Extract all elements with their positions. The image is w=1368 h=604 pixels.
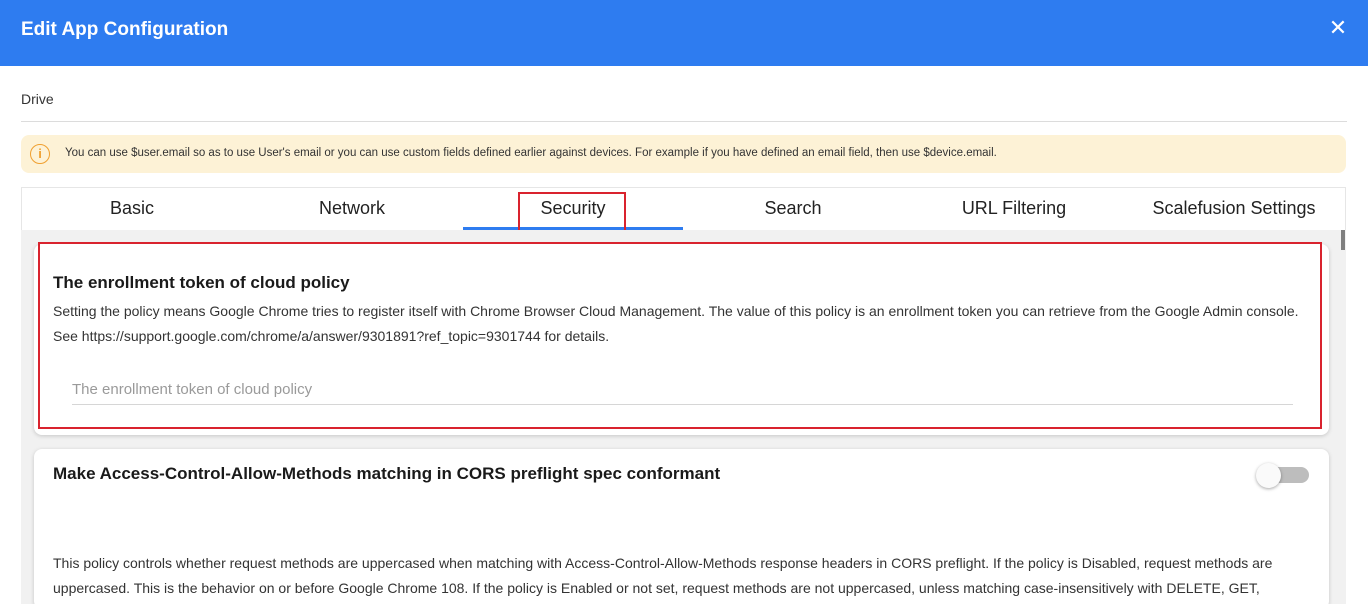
policy-title: Make Access-Control-Allow-Methods matchi… [53,464,721,483]
dialog-header: Edit App Configuration ✕ [0,0,1368,66]
tab-search[interactable]: Search [683,188,903,230]
scrollbar[interactable] [1341,230,1345,250]
policy-list[interactable]: The enrollment token of cloud policy Set… [21,230,1346,604]
tab-bar: Basic Network Security Search URL Filter… [21,187,1346,234]
info-alert: i You can use $user.email so as to use U… [21,135,1346,173]
policy-card-enrollment-token: The enrollment token of cloud policy Set… [34,244,1329,435]
alert-text: You can use $user.email so as to use Use… [65,147,997,159]
tab-url-filtering[interactable]: URL Filtering [904,188,1124,230]
tab-scalefusion-settings[interactable]: Scalefusion Settings [1124,188,1344,230]
policy-description: This policy controls whether request met… [53,555,1273,596]
app-name: Drive [21,91,54,107]
info-icon: i [30,144,50,164]
tab-network[interactable]: Network [242,188,462,230]
toggle-knob [1256,463,1281,488]
tab-highlight-box [518,192,626,234]
enrollment-token-input[interactable] [72,375,1293,405]
close-icon[interactable]: ✕ [1322,12,1354,44]
policy-title: The enrollment token of cloud policy [53,273,350,292]
policy-description: Setting the policy means Google Chrome t… [53,303,1299,344]
policy-card-cors-preflight: Make Access-Control-Allow-Methods matchi… [34,449,1329,604]
cors-toggle[interactable] [1256,463,1311,488]
tab-basic[interactable]: Basic [22,188,242,230]
dialog-title: Edit App Configuration [21,19,229,40]
divider [21,121,1347,122]
